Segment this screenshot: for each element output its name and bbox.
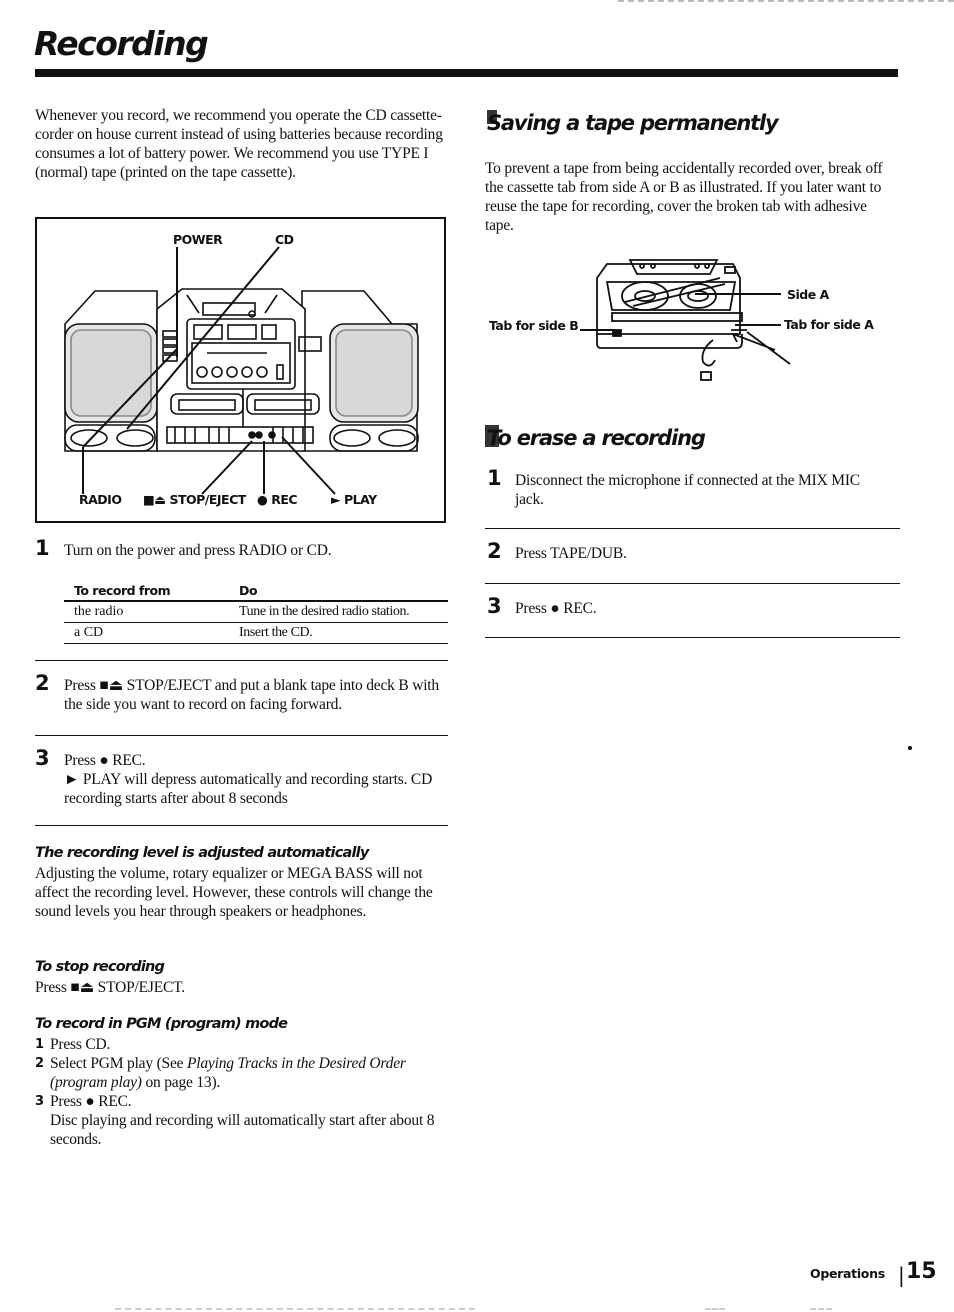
step-text: Press ■⏏ STOP/EJECT and put a blank tape… xyxy=(64,677,439,713)
footer-separator: | xyxy=(898,1263,905,1287)
list-number: 3 xyxy=(35,1094,44,1109)
table-cell: Tune in the desired radio station. xyxy=(239,604,410,619)
step-number: 3 xyxy=(35,746,50,770)
play-label: ► PLAY xyxy=(331,492,377,507)
step-number: 3 xyxy=(487,594,502,618)
tab-side-b-label: Tab for side B xyxy=(489,318,579,333)
record-source-table: To record from Do the radio Tune in the … xyxy=(64,580,448,644)
note-text: Adjusting the volume, rotary equalizer o… xyxy=(35,865,433,920)
rec-label: ● REC xyxy=(257,492,298,507)
table-row: the radio Tune in the desired radio stat… xyxy=(64,602,448,623)
list-text-part: Press ● REC. xyxy=(50,1093,132,1110)
list-text: Press CD. xyxy=(50,1036,111,1053)
list-item: 3 Press ● REC. Disc playing and recording… xyxy=(35,1092,455,1149)
note-heading: The recording level is adjusted automati… xyxy=(35,845,369,861)
radio-label: RADIO xyxy=(79,492,122,507)
list-detail: Disc playing and recording will automati… xyxy=(50,1112,435,1148)
note-heading: To record in PGM (program) mode xyxy=(35,1016,288,1032)
divider xyxy=(485,637,900,638)
table-header: To record from xyxy=(74,582,171,598)
list-number: 1 xyxy=(35,1037,44,1052)
list-text: Press ● REC. Disc playing and recording w… xyxy=(50,1092,455,1149)
section-heading: To erase a recording xyxy=(487,426,706,450)
scan-dot xyxy=(908,746,912,750)
pgm-steps: 1 Press CD. 2 Select PGM play (See Playi… xyxy=(35,1035,455,1149)
divider xyxy=(485,583,900,584)
page-title: Recording xyxy=(34,24,209,63)
table-header: Do xyxy=(239,582,258,598)
step-text: Press ● REC. xyxy=(64,752,146,769)
table-cell: the radio xyxy=(74,604,124,619)
power-label: POWER xyxy=(173,232,223,247)
table-header-row: To record from Do xyxy=(64,580,448,602)
list-item: 2 Select PGM play (See Playing Tracks in… xyxy=(35,1054,455,1092)
scan-edge-bottom xyxy=(810,1308,832,1312)
list-number: 2 xyxy=(35,1056,44,1071)
step-number: 1 xyxy=(487,466,502,490)
scan-edge-bottom xyxy=(115,1308,475,1312)
section-text: To prevent a tape from being accidentall… xyxy=(485,160,883,234)
list-text: Select PGM play (See Playing Tracks in t… xyxy=(50,1054,455,1092)
table-row: a CD Insert the CD. xyxy=(64,623,448,644)
divider xyxy=(485,528,900,529)
table-cell: Insert the CD. xyxy=(239,625,313,640)
section-heading: Saving a tape permanently xyxy=(487,111,779,135)
scan-edge-top xyxy=(618,0,954,4)
divider xyxy=(35,735,448,736)
stop-eject-label: ■⏏ STOP/EJECT xyxy=(143,492,246,507)
list-item: 1 Press CD. xyxy=(35,1035,455,1054)
step-text: Press TAPE/DUB. xyxy=(515,545,627,562)
footer-section-label: Operations xyxy=(810,1266,885,1281)
step-detail: ► PLAY will depress automatically and re… xyxy=(64,771,433,807)
cassette-figure: Side A Tab for side B Tab for side A xyxy=(485,252,905,392)
note-text: Press ■⏏ STOP/EJECT. xyxy=(35,979,185,996)
tab-side-a-label: Tab for side A xyxy=(784,317,874,332)
list-text-part: on page 13). xyxy=(141,1074,221,1091)
divider xyxy=(35,660,448,661)
step-number: 2 xyxy=(487,539,502,563)
side-a-label: Side A xyxy=(787,287,829,302)
step-text: Disconnect the microphone if connected a… xyxy=(515,472,860,508)
step-text: Turn on the power and press RADIO or CD. xyxy=(64,542,332,559)
note-heading: To stop recording xyxy=(35,959,165,975)
intro-paragraph: Whenever you record, we recommend you op… xyxy=(35,107,443,181)
title-rule xyxy=(35,69,898,77)
step-number: 1 xyxy=(35,536,50,560)
step-number: 2 xyxy=(35,671,50,695)
boombox-illustration xyxy=(64,246,419,495)
step-text: Press ● REC. xyxy=(515,600,597,617)
boombox-figure: POWER CD RADIO ■⏏ STOP/EJECT ● REC ► PLA… xyxy=(35,217,446,523)
cd-label: CD xyxy=(275,232,294,247)
divider xyxy=(35,825,448,826)
list-text-part: Select PGM play (See xyxy=(50,1055,187,1072)
table-cell: a CD xyxy=(74,625,104,640)
scan-edge-bottom xyxy=(705,1308,725,1312)
page-number: 15 xyxy=(906,1259,937,1284)
